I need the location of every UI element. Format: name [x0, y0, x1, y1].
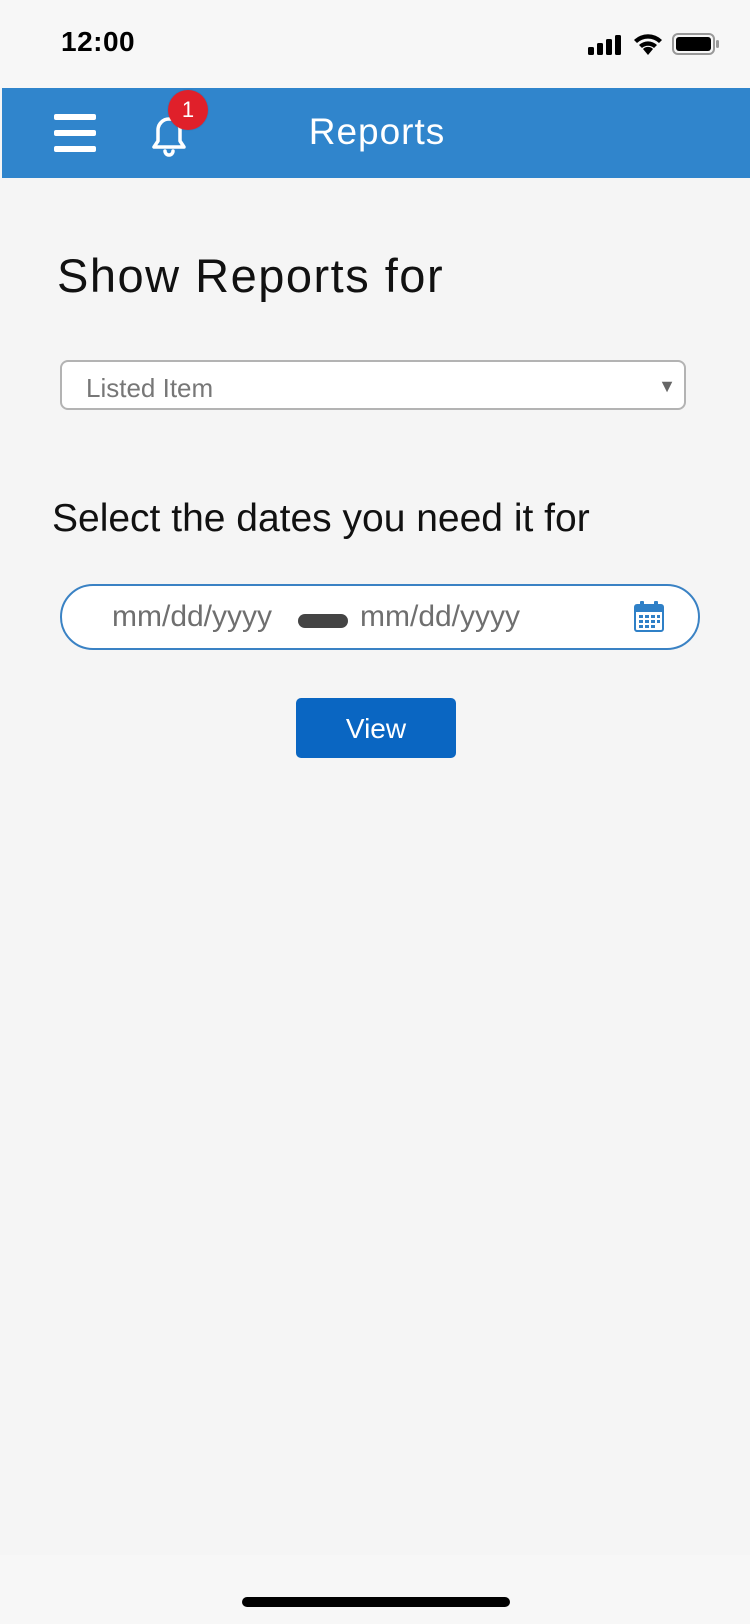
reports-for-selected-value: Listed Item: [86, 373, 214, 403]
page-title: Reports: [308, 111, 446, 152]
end-date-field[interactable]: mm/dd/yyyy: [360, 600, 520, 634]
status-icons: [588, 30, 720, 58]
app-header: 1 Reports: [2, 88, 750, 178]
calendar-icon[interactable]: [634, 600, 664, 632]
reports-for-select[interactable]: Listed Item ▼: [60, 360, 686, 410]
date-range-field[interactable]: mm/dd/yyyy mm/dd/yyyy: [60, 584, 700, 650]
start-date-field[interactable]: mm/dd/yyyy: [112, 600, 272, 634]
date-range-separator: [298, 614, 348, 628]
bottom-safe-area: [0, 1555, 750, 1624]
chevron-down-icon: ▼: [658, 376, 676, 396]
status-bar: 12:00: [0, 0, 750, 88]
dates-label: Select the dates you need it for: [52, 497, 590, 540]
wifi-icon: [634, 34, 662, 55]
status-time: 12:00: [61, 26, 136, 57]
cellular-signal-icon: [588, 35, 621, 55]
view-button[interactable]: View: [296, 698, 456, 758]
reports-for-heading: Show Reports for: [57, 249, 445, 302]
battery-icon: [672, 33, 719, 55]
home-indicator[interactable]: [242, 1597, 510, 1607]
